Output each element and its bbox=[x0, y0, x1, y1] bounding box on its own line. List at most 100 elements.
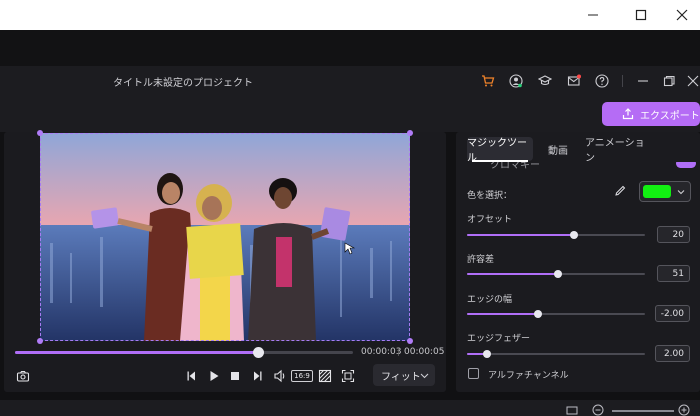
app-close-button[interactable] bbox=[686, 72, 700, 90]
minimize-icon bbox=[638, 80, 648, 82]
zoom-in-icon[interactable] bbox=[678, 404, 690, 416]
prev-frame-icon bbox=[187, 371, 195, 381]
window-maximize-button[interactable] bbox=[618, 0, 664, 30]
mask-icon bbox=[318, 369, 332, 383]
zoom-out-icon[interactable] bbox=[592, 404, 604, 416]
chroma-key-label: クロマキー bbox=[490, 162, 540, 170]
snapshot-icon bbox=[16, 370, 30, 382]
stop-button[interactable] bbox=[226, 367, 244, 385]
edge-feather-value[interactable]: 2.00 bbox=[655, 345, 690, 362]
account-button[interactable] bbox=[507, 72, 525, 90]
resize-handle-bottom-left[interactable] bbox=[37, 338, 43, 344]
tab-label: アニメーション bbox=[585, 138, 645, 164]
window-minimize-button[interactable] bbox=[570, 0, 616, 30]
app-header: タイトル未設定のプロジェクト bbox=[0, 66, 700, 96]
window-close-button[interactable] bbox=[664, 0, 700, 30]
offset-slider-knob[interactable] bbox=[569, 231, 578, 239]
preview-frame bbox=[40, 133, 410, 341]
offset-slider-fill bbox=[467, 234, 574, 236]
export-button[interactable]: エクスポート bbox=[602, 102, 700, 126]
window-top-band bbox=[0, 30, 700, 66]
edge-width-label: エッジの幅 bbox=[467, 295, 513, 305]
export-label: エクスポート bbox=[640, 110, 700, 122]
edge-width-slider[interactable] bbox=[467, 310, 645, 318]
playback-progress-fill bbox=[15, 351, 259, 354]
eyedropper-icon[interactable] bbox=[614, 185, 626, 197]
account-icon bbox=[509, 74, 523, 88]
close-icon bbox=[676, 9, 688, 21]
edge-feather-slider[interactable] bbox=[467, 350, 645, 358]
offset-label: オフセット bbox=[467, 215, 513, 225]
tab-magic-tools[interactable]: マジックツール bbox=[467, 137, 533, 164]
edge-width-slider-fill bbox=[467, 313, 539, 315]
edge-feather-label: エッジフェザー bbox=[467, 334, 531, 344]
chroma-key-row: クロマキー bbox=[456, 162, 700, 170]
prev-frame-button[interactable] bbox=[183, 367, 201, 385]
resize-handle-bottom-right[interactable] bbox=[407, 338, 413, 344]
maximize-icon bbox=[635, 9, 647, 21]
minimize-icon bbox=[588, 14, 598, 16]
notification-button[interactable] bbox=[565, 72, 583, 90]
header-divider bbox=[622, 75, 623, 87]
alpha-channel-label: アルファチャンネル bbox=[488, 371, 569, 381]
edge-width-value-text: -2.00 bbox=[660, 308, 684, 319]
tolerance-value[interactable]: 51 bbox=[657, 265, 690, 282]
export-icon bbox=[622, 108, 634, 120]
chroma-key-toggle[interactable] bbox=[676, 162, 696, 168]
mail-icon bbox=[567, 74, 581, 86]
color-picker-dropdown[interactable] bbox=[639, 181, 691, 202]
project-title: タイトル未設定のプロジェクト bbox=[113, 78, 253, 89]
edge-feather-value-text: 2.00 bbox=[663, 348, 684, 359]
restore-icon bbox=[663, 75, 675, 87]
volume-icon bbox=[274, 369, 285, 383]
snapshot-button[interactable] bbox=[14, 367, 32, 385]
playback-progress-track[interactable] bbox=[15, 347, 353, 358]
play-icon bbox=[210, 371, 219, 381]
tolerance-value-text: 51 bbox=[672, 268, 684, 279]
resize-handle-top-right[interactable] bbox=[407, 130, 413, 136]
learn-button[interactable] bbox=[536, 72, 554, 90]
help-icon bbox=[595, 74, 609, 88]
tolerance-slider-fill bbox=[467, 273, 558, 275]
fit-label: フィット bbox=[381, 371, 421, 383]
close-icon bbox=[687, 75, 699, 87]
aspect-ratio-button[interactable]: 16:9 bbox=[291, 367, 313, 385]
edge-width-value[interactable]: -2.00 bbox=[655, 305, 690, 322]
fullscreen-icon bbox=[341, 369, 355, 383]
next-frame-icon bbox=[254, 371, 262, 381]
tab-video[interactable]: 動画 bbox=[541, 137, 575, 161]
current-time: 00:00:03 bbox=[361, 347, 402, 357]
graduation-cap-icon bbox=[538, 75, 552, 86]
chevron-down-icon bbox=[420, 373, 429, 379]
tolerance-slider-knob[interactable] bbox=[553, 270, 562, 278]
play-button[interactable] bbox=[205, 367, 223, 385]
offset-value-text: 20 bbox=[672, 229, 684, 240]
timeline-zoom-slider[interactable] bbox=[612, 410, 674, 412]
fullscreen-button[interactable] bbox=[339, 367, 357, 385]
cart-icon bbox=[482, 75, 495, 87]
time-separator: | bbox=[397, 347, 401, 357]
offset-slider[interactable] bbox=[467, 231, 645, 239]
app-restore-button[interactable] bbox=[660, 72, 678, 90]
app-minimize-button[interactable] bbox=[634, 72, 652, 90]
tab-animation[interactable]: アニメーション bbox=[585, 137, 649, 164]
mask-button[interactable] bbox=[316, 367, 334, 385]
os-titlebar bbox=[0, 0, 700, 30]
volume-button[interactable] bbox=[271, 367, 289, 385]
store-button[interactable] bbox=[479, 72, 497, 90]
toolbar-row bbox=[0, 96, 700, 132]
edge-feather-slider-knob[interactable] bbox=[482, 350, 491, 358]
offset-value[interactable]: 20 bbox=[657, 226, 690, 243]
next-frame-button[interactable] bbox=[248, 367, 266, 385]
tolerance-slider[interactable] bbox=[467, 270, 645, 278]
alpha-channel-checkbox[interactable] bbox=[468, 368, 479, 379]
fit-dropdown[interactable]: フィット bbox=[373, 364, 435, 386]
resize-handle-top-left[interactable] bbox=[37, 130, 43, 136]
video-preview[interactable] bbox=[40, 133, 410, 341]
color-select-label: 色を選択： bbox=[467, 191, 513, 201]
total-time: 00:00:05 bbox=[404, 347, 445, 357]
tolerance-label: 許容差 bbox=[467, 255, 495, 265]
timeline-fit-icon[interactable] bbox=[566, 404, 578, 416]
help-button[interactable] bbox=[593, 72, 611, 90]
stop-icon bbox=[231, 372, 239, 380]
